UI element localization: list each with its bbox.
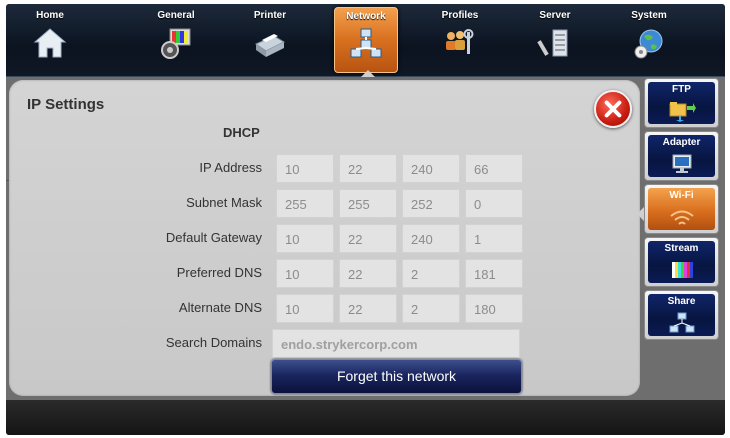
nav-profiles-label: Profiles (441, 10, 479, 21)
ip-address-label: IP Address (199, 160, 262, 175)
server-icon (537, 29, 568, 57)
default-gateway-octet-1[interactable]: 10 (276, 224, 334, 253)
default-gateway-label: Default Gateway (165, 230, 262, 245)
side-tab-stream-body: Stream (648, 241, 715, 283)
active-side-tab-pointer (637, 207, 644, 221)
preferred-dns-octet-1[interactable]: 10 (276, 259, 334, 288)
side-tab-stream[interactable]: Stream (644, 237, 719, 287)
side-tab-share[interactable]: Share (644, 290, 719, 340)
top-navigation-bar: Home General Printer Network Profiles Se… (6, 4, 725, 77)
side-tab-ftp-body: FTP (648, 82, 715, 124)
alternate-dns-label: Alternate DNS (178, 300, 262, 315)
panel-title: IP Settings (27, 96, 105, 113)
side-tab-wifi-label: Wi-Fi (669, 190, 694, 201)
adapter-monitor-icon (672, 154, 691, 173)
ip-address-octet-3[interactable]: 240 (402, 154, 460, 183)
network-icon (350, 28, 382, 58)
alternate-dns-octet-1[interactable]: 10 (276, 294, 334, 323)
nav-home[interactable]: Home (19, 7, 81, 71)
nav-printer-label: Printer (253, 10, 287, 21)
nav-network[interactable]: Network (334, 7, 398, 73)
side-tab-wifi-body: Wi-Fi (648, 188, 715, 230)
side-tab-adapter-label: Adapter (662, 137, 701, 148)
default-gateway-octet-4[interactable]: 1 (465, 224, 523, 253)
side-tab-stream-label: Stream (664, 243, 699, 254)
default-gateway-octet-3[interactable]: 240 (402, 224, 460, 253)
side-tab-share-label: Share (667, 296, 696, 307)
nav-general[interactable]: General (145, 7, 207, 71)
nav-system-label: System (631, 10, 667, 21)
subnet-mask-label: Subnet Mask (186, 195, 262, 210)
ip-address-octet-1[interactable]: 10 (276, 154, 334, 183)
preferred-dns-octet-2[interactable]: 22 (339, 259, 397, 288)
nav-server[interactable]: Server (524, 7, 586, 71)
nav-home-label: Home (36, 10, 64, 21)
nav-profiles[interactable]: Profiles (429, 7, 491, 71)
side-tab-ftp-label: FTP (672, 84, 691, 95)
search-domains-field[interactable]: endo.strykercorp.com (272, 329, 520, 358)
alternate-dns-octet-4[interactable]: 180 (465, 294, 523, 323)
device-screen: Home General Printer Network Profiles Se… (6, 4, 725, 435)
side-tab-wifi[interactable]: Wi-Fi (644, 184, 719, 234)
subnet-mask-octet-4[interactable]: 0 (465, 189, 523, 218)
printer-icon (254, 34, 286, 57)
profiles-icon (446, 29, 474, 54)
stream-color-bars-icon (671, 262, 693, 278)
nav-network-label: Network (346, 11, 386, 22)
ip-settings-panel: IP Settings DHCP IP Address 10 22 240 66… (9, 80, 640, 396)
side-tab-adapter-body: Adapter (648, 135, 715, 177)
alternate-dns-octet-2[interactable]: 22 (339, 294, 397, 323)
nav-printer[interactable]: Printer (239, 7, 301, 71)
side-tab-ftp[interactable]: FTP (644, 78, 719, 128)
side-tab-share-body: Share (648, 294, 715, 336)
alternate-dns-octet-3[interactable]: 2 (402, 294, 460, 323)
search-domains-label: Search Domains (165, 335, 262, 350)
system-icon (634, 29, 663, 59)
forget-network-button[interactable]: Forget this network (271, 359, 522, 394)
nav-system[interactable]: System (618, 7, 680, 71)
general-settings-icon (161, 28, 191, 59)
preferred-dns-octet-4[interactable]: 181 (465, 259, 523, 288)
wifi-icon (669, 210, 694, 225)
subnet-mask-octet-1[interactable]: 255 (276, 189, 334, 218)
ip-address-octet-2[interactable]: 22 (339, 154, 397, 183)
preferred-dns-label: Preferred DNS (176, 265, 262, 280)
default-gateway-octet-2[interactable]: 22 (339, 224, 397, 253)
active-nav-pointer (361, 70, 375, 77)
nav-general-label: General (157, 10, 195, 21)
subnet-mask-octet-3[interactable]: 252 (402, 189, 460, 218)
dhcp-label: DHCP (223, 125, 260, 140)
preferred-dns-octet-3[interactable]: 2 (402, 259, 460, 288)
ftp-folder-icon (669, 102, 696, 122)
close-button[interactable] (594, 90, 632, 128)
home-icon (33, 28, 67, 58)
side-tab-adapter[interactable]: Adapter (644, 131, 719, 181)
ip-address-octet-4[interactable]: 66 (465, 154, 523, 183)
share-network-icon (669, 312, 694, 333)
bottom-status-bar (6, 400, 725, 435)
nav-server-label: Server (539, 10, 571, 21)
subnet-mask-octet-2[interactable]: 255 (339, 189, 397, 218)
